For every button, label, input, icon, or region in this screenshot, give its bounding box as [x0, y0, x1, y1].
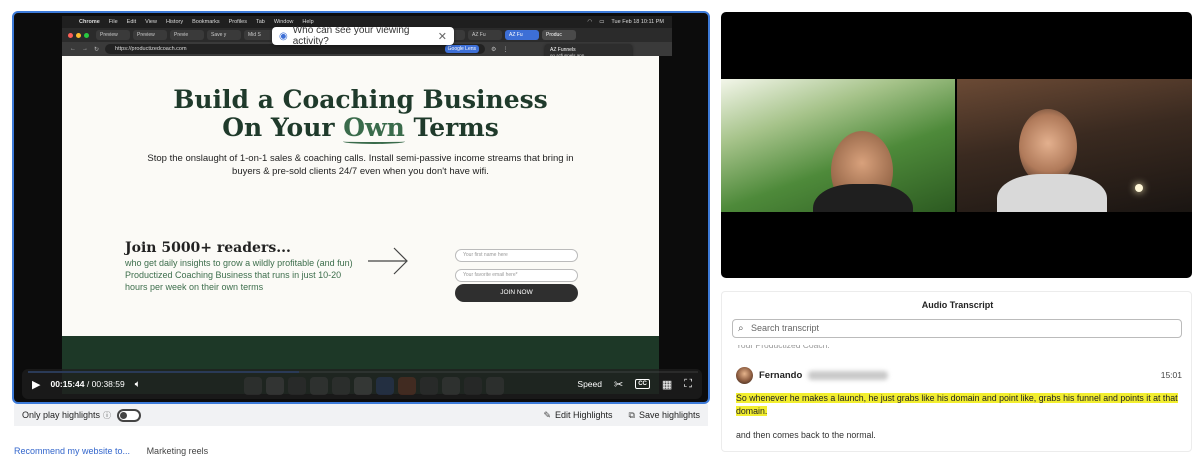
privacy-popup-text: Who can see your viewing activity? [292, 25, 410, 47]
forward-icon: → [82, 46, 88, 52]
current-time: 00:15:44 [50, 379, 85, 389]
google-lens-chip: Google Lens [444, 45, 480, 53]
wifi-icon: ◠ [587, 19, 593, 25]
menu-item: Bookmarks [192, 19, 220, 25]
play-icon[interactable]: ▶ [32, 378, 40, 391]
time-separator: / [86, 379, 90, 389]
recording-player[interactable]: Chrome File Edit View History Bookmarks … [12, 11, 710, 404]
avatar [736, 366, 753, 384]
player-controls: ▶ 00:15:44 / 00:38:59 🔈︎ Speed ✂ CC ▦ ⛶ [22, 369, 702, 399]
menu-item: View [145, 19, 157, 25]
site-title-on-your: On Your [222, 113, 344, 142]
link-recommend[interactable]: Recommend my website to... [14, 446, 130, 456]
participant-2-body [997, 174, 1107, 212]
site-title-line2: On Your Own Terms [62, 113, 659, 144]
edit-highlights-button[interactable]: ✎ Edit Highlights [543, 410, 612, 421]
info-icon[interactable]: ⓘ [103, 410, 111, 421]
audio-transcript-panel: Audio Transcript ⌕ Search transcript You… [721, 291, 1192, 452]
site-hero-title: Build a Coaching Business On Your Own Te… [62, 85, 659, 144]
speaker-timestamp[interactable]: 15:01 [1161, 370, 1182, 380]
duration: 00:38:59 [91, 379, 125, 389]
menu-clock: Tue Feb 18 10:11 PM [611, 19, 664, 25]
menu-item: Window [273, 19, 294, 25]
link-marketing-reels[interactable]: Marketing reels [147, 446, 209, 456]
menu-app-name: Chrome [79, 19, 100, 25]
site-title-line1: Build a Coaching Business [173, 85, 548, 114]
scissors-icon[interactable]: ✂ [614, 378, 623, 391]
join-description: who get daily insights to grow a wildly … [125, 258, 353, 292]
transcript-text[interactable]: and then comes back to the normal. [736, 430, 876, 440]
zoom-dot-icon [84, 32, 89, 38]
transcript-search-input[interactable]: ⌕ Search transcript [732, 319, 1182, 338]
right-arrow-icon [368, 247, 408, 275]
captions-button[interactable]: CC [635, 379, 650, 389]
speed-button[interactable]: Speed [577, 379, 602, 389]
site-title-own: Own [343, 113, 406, 144]
browser-tab: Save y [207, 30, 241, 40]
menu-item: File [108, 19, 118, 25]
url-text: https://productizedcoach.com [115, 46, 187, 52]
lamp-light [1135, 184, 1143, 192]
highlighted-text: So whenever he makes a launch, he just g… [736, 393, 1178, 416]
volume-icon[interactable]: 🔈︎ [135, 379, 141, 390]
close-icon: ✕ [437, 30, 447, 43]
browser-menu-icon: ⋮ [502, 46, 509, 53]
edit-highlights-label: Edit Highlights [554, 409, 613, 420]
highlights-bar: Only play highlights ⓘ ✎ Edit Highlights … [14, 404, 708, 426]
window-controls [68, 32, 89, 38]
join-heading: Join 5000+ readers... [125, 240, 291, 256]
pencil-icon: ✎ [543, 409, 551, 420]
transcript-title: Audio Transcript [921, 300, 994, 310]
grid-icon[interactable]: ▦ [662, 378, 672, 391]
speaker-surname-redacted [808, 370, 889, 380]
browser-tab: AZ Fu [468, 30, 502, 40]
site-title-terms: Terms [404, 113, 499, 142]
minimize-dot-icon [76, 32, 81, 38]
transcript-search-placeholder: Search transcript [751, 323, 820, 333]
site-email-input: Your favorite email here* [455, 269, 578, 282]
menu-item: History [165, 19, 184, 25]
save-icon: ⧉ [628, 409, 635, 420]
transcript-previous-line: Your Productized Coach. [736, 340, 830, 350]
privacy-popup: ◉ Who can see your viewing activity? ✕ [272, 25, 454, 47]
save-highlights-button[interactable]: ⧉ Save highlights [629, 410, 700, 421]
participant-video-2 [957, 79, 1192, 212]
reload-icon: ↻ [94, 46, 100, 53]
time-display: 00:15:44 / 00:38:59 [50, 379, 124, 389]
menu-item: Profiles [228, 19, 247, 25]
only-play-highlights-label: Only play highlights [22, 410, 101, 420]
transcript-speaker-row: Fernando 15:01 [736, 366, 1182, 384]
browser-tab: Preview [133, 30, 167, 40]
save-highlights-label: Save highlights [638, 409, 700, 420]
website-viewport: Build a Coaching Business On Your Own Te… [62, 56, 659, 336]
below-player-links: Recommend my website to... Marketing ree… [14, 446, 208, 456]
browser-tab: Previe [170, 30, 204, 40]
site-hero-subtitle: Stop the onslaught of 1-on-1 sales & coa… [147, 153, 574, 177]
menu-item: Edit [126, 19, 137, 25]
extension-icon: ⚙ [491, 46, 497, 53]
speaker-name: Fernando [759, 369, 803, 381]
back-icon: ← [70, 46, 76, 52]
participant-1-body [813, 184, 913, 212]
participant-video-1 [721, 79, 955, 212]
privacy-popup-icon: ◉ [279, 30, 288, 42]
call-video[interactable] [721, 12, 1192, 278]
browser-tab-selected: AZ Fu [505, 30, 539, 40]
fullscreen-icon[interactable]: ⛶ [684, 378, 692, 391]
only-play-highlights-toggle[interactable] [117, 408, 142, 422]
highlighted-transcript-text[interactable]: So whenever he makes a launch, he just g… [736, 392, 1182, 418]
browser-tab: Produc [542, 30, 576, 40]
search-icon: ⌕ [738, 323, 744, 334]
site-name-input: Your first name here [455, 249, 578, 262]
close-dot-icon [68, 32, 73, 38]
site-join-button: JOIN NOW [455, 284, 578, 302]
menu-item: Tab [255, 19, 265, 25]
browser-tab: Preview [96, 30, 130, 40]
battery-icon: ▭ [599, 19, 605, 25]
